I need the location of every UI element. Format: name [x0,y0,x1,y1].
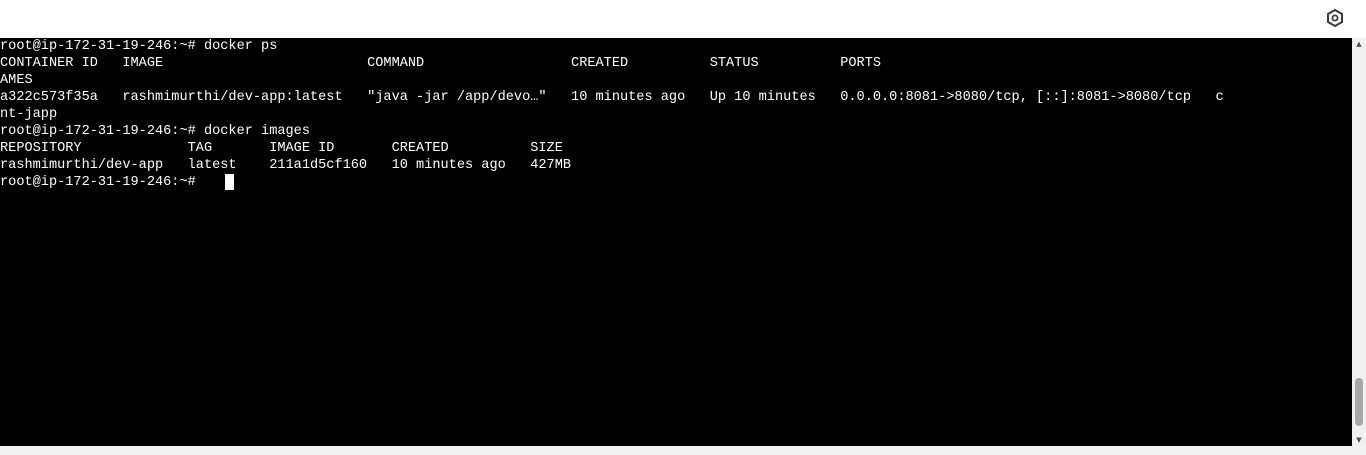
vertical-scrollbar[interactable]: ▲ ▼ [1352,38,1366,446]
terminal-line-ps-row: a322c573f35a rashmimurthi/dev-app:latest… [0,90,1224,105]
scroll-down-arrow-icon[interactable]: ▼ [1352,434,1366,446]
scrollbar-thumb[interactable] [1355,378,1363,426]
hexagon-settings-icon [1327,8,1343,28]
terminal-cursor [225,174,234,190]
scroll-up-arrow-icon[interactable]: ▲ [1352,38,1366,50]
terminal-line-prompt-docker-images: root@ip-172-31-19-246:~# docker images [0,124,310,139]
terminal-line-ps-header-wrap: AMES [0,73,33,88]
terminal-line-ps-row-wrap: nt-japp [0,107,58,122]
terminal-line-images-row: rashmimurthi/dev-app latest 211a1d5cf160… [0,158,572,173]
terminal-line-ps-header: CONTAINER ID IMAGE COMMAND CREATED STATU… [0,56,1352,71]
terminal-output[interactable]: root@ip-172-31-19-246:~# docker ps CONTA… [0,38,1352,446]
settings-button[interactable] [1325,8,1345,28]
terminal-line-images-header: REPOSITORY TAG IMAGE ID CREATED SIZE [0,141,563,156]
bottom-bar [0,446,1366,455]
terminal-line-prompt-docker-ps: root@ip-172-31-19-246:~# docker ps [0,39,278,54]
terminal-line-prompt-current: root@ip-172-31-19-246:~# [0,175,204,190]
top-toolbar [0,0,1366,38]
